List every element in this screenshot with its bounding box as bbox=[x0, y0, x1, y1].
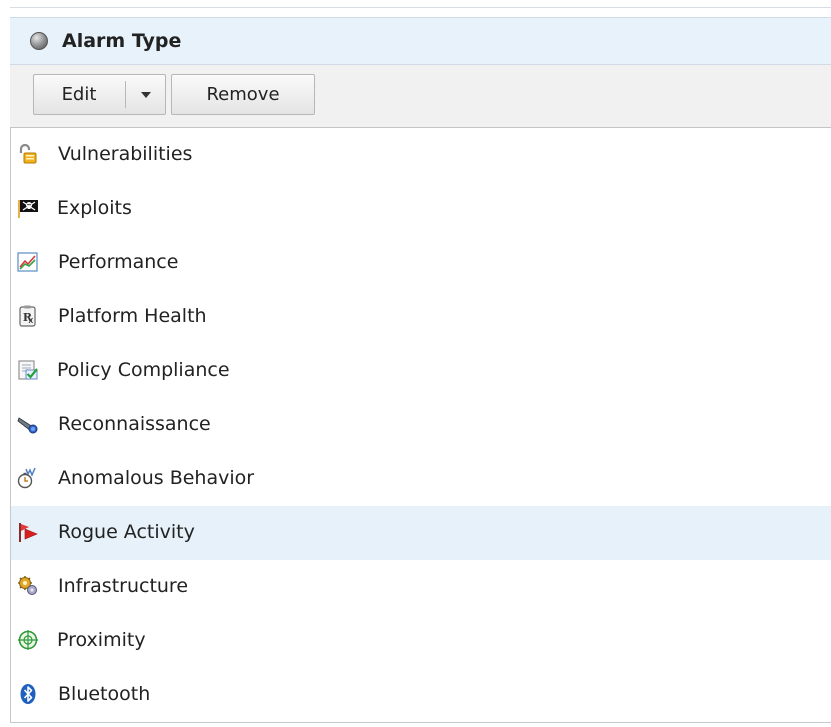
pirate-flag-icon bbox=[18, 200, 38, 218]
list-item-vulnerabilities[interactable]: Vulnerabilities bbox=[11, 128, 831, 182]
panel-header: Alarm Type bbox=[10, 17, 831, 65]
crosshair-icon bbox=[18, 630, 38, 650]
list-item-label: Exploits bbox=[57, 197, 132, 219]
line-chart-icon bbox=[17, 252, 38, 272]
list-item-proximity[interactable]: Proximity bbox=[11, 614, 831, 668]
list-item-label: Bluetooth bbox=[58, 683, 151, 705]
list-item-label: Platform Health bbox=[58, 305, 207, 327]
top-divider bbox=[10, 7, 831, 8]
bluetooth-icon bbox=[20, 684, 36, 704]
red-flag-icon bbox=[19, 523, 38, 542]
prescription-icon: R bbox=[19, 305, 36, 327]
list-item-label: Rogue Activity bbox=[58, 521, 195, 543]
gears-icon bbox=[18, 576, 37, 595]
status-dot-icon bbox=[30, 32, 48, 50]
list-item-infrastructure[interactable]: Infrastructure bbox=[11, 560, 831, 614]
list-item-label: Performance bbox=[58, 251, 179, 273]
list-item-label: Policy Compliance bbox=[57, 359, 230, 381]
checked-document-icon bbox=[18, 360, 38, 380]
list-item-performance[interactable]: Performance bbox=[11, 236, 831, 290]
list-item-anomalous-behavior[interactable]: Anomalous Behavior bbox=[11, 452, 831, 506]
padlock-open-icon bbox=[19, 143, 37, 164]
list-item-exploits[interactable]: Exploits bbox=[11, 182, 831, 236]
list-item-bluetooth[interactable]: Bluetooth bbox=[11, 668, 831, 722]
list-item-platform-health[interactable]: R Platform Health bbox=[11, 290, 831, 344]
list-item-label: Vulnerabilities bbox=[58, 143, 193, 165]
list-item-policy-compliance[interactable]: Policy Compliance bbox=[11, 344, 831, 398]
chevron-down-icon bbox=[141, 92, 151, 98]
list-bottom-border bbox=[10, 722, 831, 723]
alarm-type-panel: Alarm Type Edit Remove Vulnerabilities E… bbox=[10, 0, 831, 727]
remove-button[interactable]: Remove bbox=[171, 74, 315, 115]
edit-button[interactable]: Edit bbox=[34, 75, 124, 114]
toolbar: Edit Remove bbox=[10, 65, 831, 128]
list-item-label: Infrastructure bbox=[58, 575, 189, 597]
telescope-icon bbox=[17, 417, 38, 434]
panel-title: Alarm Type bbox=[62, 30, 182, 52]
alarm-type-list: Vulnerabilities Exploits Performance R P… bbox=[10, 128, 831, 723]
edit-dropdown-button[interactable] bbox=[126, 75, 165, 114]
list-item-reconnaissance[interactable]: Reconnaissance bbox=[11, 398, 831, 452]
stopwatch-graph-icon bbox=[17, 467, 36, 489]
list-item-rogue-activity[interactable]: Rogue Activity bbox=[11, 506, 831, 560]
list-item-label: Anomalous Behavior bbox=[58, 467, 255, 489]
edit-split-button: Edit bbox=[33, 74, 166, 115]
list-item-label: Proximity bbox=[57, 629, 146, 651]
list-item-label: Reconnaissance bbox=[58, 413, 211, 435]
